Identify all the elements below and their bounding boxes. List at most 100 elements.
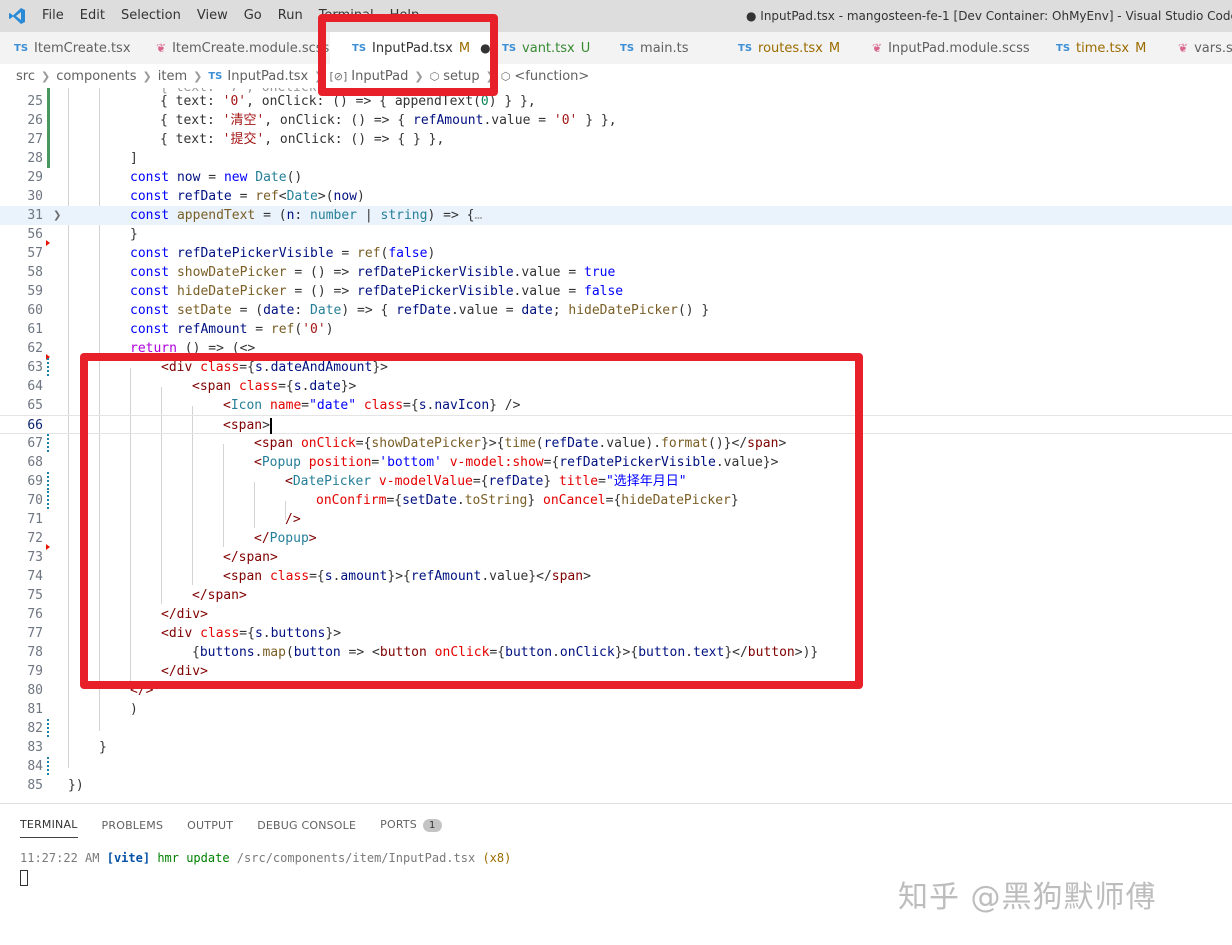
breadcrumb-item[interactable]: item xyxy=(158,69,187,84)
breadcrumb-symbol-setup[interactable]: setup xyxy=(443,69,479,84)
terminal-cursor[interactable] xyxy=(20,870,28,886)
tab-routes-tsx[interactable]: TS routes.tsx M xyxy=(732,32,860,64)
code-token: text xyxy=(693,645,725,660)
panel-tab-terminal[interactable]: TERMINAL xyxy=(20,808,78,838)
code-token: DatePicker xyxy=(292,474,372,489)
tab-main-ts[interactable]: TS main.ts xyxy=(614,32,724,64)
menu-run[interactable]: Run xyxy=(270,0,311,32)
menu-edit[interactable]: Edit xyxy=(72,0,113,32)
code-token: now xyxy=(333,189,358,204)
panel-tab-ports[interactable]: PORTS 1 xyxy=(380,808,442,838)
line-number: 81 xyxy=(27,702,43,717)
code-token: span xyxy=(230,569,263,584)
unsaved-dot-icon[interactable]: ● xyxy=(480,41,490,55)
code-token: "date" xyxy=(309,398,357,413)
vscode-logo-icon[interactable] xyxy=(0,0,34,32)
breadcrumb-components[interactable]: components xyxy=(56,69,136,84)
code-token: .value = xyxy=(483,113,554,128)
code-token: const xyxy=(130,170,177,185)
code-token: class xyxy=(356,398,404,413)
code-token: dateAndAmount xyxy=(270,360,373,375)
code-token: ref xyxy=(357,246,381,261)
fold-chevron-right-icon[interactable]: ❯ xyxy=(53,206,61,225)
tab-inputpad-tsx[interactable]: TS InputPad.tsx M ● xyxy=(330,32,491,64)
line-number: 84 xyxy=(27,759,43,774)
code-token: ={ xyxy=(309,569,325,584)
watermark-text: 知乎 @黑狗默师傅 xyxy=(898,880,1157,915)
code-token: ; xyxy=(552,303,569,318)
tab-itemcreate-tsx[interactable]: TS ItemCreate.tsx xyxy=(0,32,138,64)
code-line: 68 <Popup position='bottom' v-model:show… xyxy=(0,453,1232,472)
code-line: 64 <span class={s.date}> xyxy=(0,377,1232,396)
code-line: 67 <span onClick={showDatePicker}>{time(… xyxy=(0,434,1232,453)
menu-view[interactable]: View xyxy=(189,0,236,32)
code-token: span xyxy=(207,588,239,603)
breadcrumb-file[interactable]: InputPad.tsx xyxy=(227,69,308,84)
code-line: 84 xyxy=(0,757,1232,776)
typescript-icon: TS xyxy=(1056,42,1071,54)
menu-help[interactable]: Help xyxy=(382,0,428,32)
line-number: 82 xyxy=(27,721,43,736)
code-token: . xyxy=(685,645,693,660)
code-token: div xyxy=(168,626,193,641)
panel-tab-debug-console[interactable]: DEBUG CONSOLE xyxy=(257,809,356,838)
code-token: </ xyxy=(254,531,270,546)
tab-itemcreate-scss[interactable]: ❦ ItemCreate.module.scss xyxy=(140,32,329,64)
line-number: 73 xyxy=(27,550,43,565)
code-line: 85 }) xyxy=(0,776,1232,795)
menu-file[interactable]: File xyxy=(34,0,72,32)
code-token: const xyxy=(130,303,177,318)
code-token: < xyxy=(254,436,262,451)
code-token: , onClick: () => { } }, xyxy=(264,132,445,147)
code-token: onConfirm xyxy=(316,493,387,508)
code-token: < xyxy=(254,455,262,470)
breadcrumb-symbol-function[interactable]: <function> xyxy=(514,69,589,84)
code-token: title xyxy=(558,474,599,489)
code-token: refDate xyxy=(396,303,451,318)
code-token: = () => xyxy=(286,265,357,280)
line-number: 69 xyxy=(27,474,43,489)
menu-selection[interactable]: Selection xyxy=(113,0,189,32)
code-line: 65 <Icon name="date" class={s.navIcon} /… xyxy=(0,396,1232,415)
gutter-added-marker xyxy=(47,92,50,111)
panel-tab-problems[interactable]: PROBLEMS xyxy=(102,809,164,838)
code-token: setDate xyxy=(176,303,232,318)
tab-vant-tsx[interactable]: TS vant.tsx U xyxy=(498,32,606,64)
breadcrumb: src ❯ components ❯ item ❯ TS InputPad.ts… xyxy=(0,64,1232,88)
folded-ellipsis[interactable]: … xyxy=(474,208,482,223)
menu-go[interactable]: Go xyxy=(236,0,270,32)
code-token: ={ xyxy=(489,645,506,660)
code-token: > xyxy=(238,588,247,603)
code-token: position xyxy=(300,455,372,470)
code-token: ={ xyxy=(278,379,294,394)
code-token: ) => { xyxy=(427,208,475,223)
symbol-variable-icon: [⊘] xyxy=(329,69,348,83)
code-token: buttons xyxy=(270,626,326,641)
code-token: class xyxy=(262,569,310,584)
modified-flag: M xyxy=(1135,40,1147,56)
code-line: 80 </> xyxy=(0,681,1232,700)
tab-label: routes.tsx xyxy=(758,40,823,56)
code-token: '0' xyxy=(553,113,578,128)
breadcrumb-symbol-inputpad[interactable]: InputPad xyxy=(351,69,408,84)
code-token: }> xyxy=(340,379,357,394)
breadcrumb-src[interactable]: src xyxy=(16,69,35,84)
tab-vars-scss[interactable]: ❦ vars.sc xyxy=(1170,32,1232,64)
tab-label: main.ts xyxy=(640,40,689,56)
tab-time-tsx[interactable]: TS time.tsx M xyxy=(1048,32,1164,64)
code-editor[interactable]: { text: '7', onClick: () => { }}, 25 { t… xyxy=(0,88,1232,803)
code-token: refDate xyxy=(176,189,232,204)
code-token: const xyxy=(130,284,177,299)
code-token: , onClick: () => { appendText( xyxy=(246,94,481,109)
code-line: 26 { text: '清空', onClick: () => { refAmo… xyxy=(0,111,1232,130)
modified-flag: M xyxy=(828,40,841,56)
code-token: { text: xyxy=(160,132,223,147)
code-token: class xyxy=(231,379,279,394)
line-number: 71 xyxy=(27,512,43,527)
tab-inputpad-scss[interactable]: ❦ InputPad.module.scss xyxy=(866,32,1046,64)
code-token: ={ xyxy=(239,360,255,375)
menu-terminal[interactable]: Terminal xyxy=(311,0,382,32)
panel-tab-output[interactable]: OUTPUT xyxy=(187,809,233,838)
code-token: ={ xyxy=(543,455,560,470)
panel-tab-ports-label: PORTS xyxy=(380,818,417,831)
